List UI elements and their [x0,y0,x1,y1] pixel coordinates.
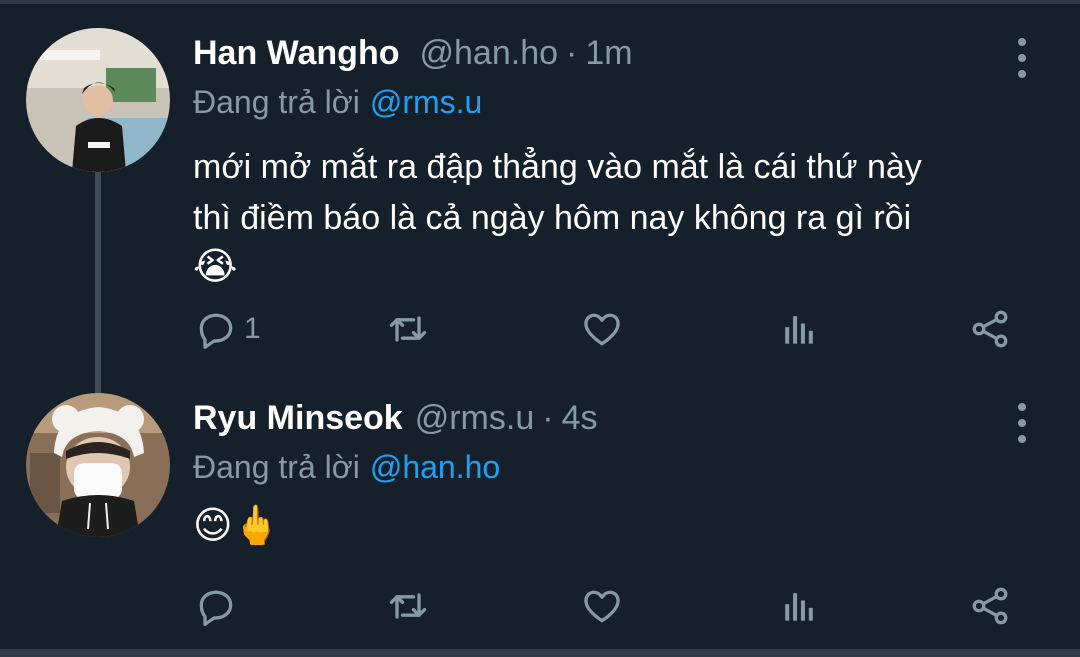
stats-icon [785,316,813,344]
reply-button[interactable] [194,581,244,631]
analytics-button[interactable] [776,304,820,354]
reply-icon [199,590,233,626]
user-handle[interactable]: @han.ho [420,34,559,73]
tweet-text-line: thì điềm báo là cả ngày hôm nay không ra… [193,199,912,237]
separator-dot: · [566,34,578,72]
stats-icon [785,593,813,621]
tweet[interactable]: Ryu Minseok @rms.u · 4s Đang trả lời @han… [0,385,1080,645]
like-button[interactable] [580,304,624,354]
share-icon [972,310,1008,348]
thread-line [95,172,101,412]
user-handle[interactable]: @rms.u [415,399,535,438]
heart-icon [584,590,620,623]
tweet-emoji: 😭 [193,246,238,288]
replying-to: Đang trả lời @rms.u [193,84,482,121]
reply-icon [199,313,233,349]
tweet-text-line: mới mở mắt ra đập thẳng vào mắt là cái t… [193,148,922,186]
display-name[interactable]: Ryu Minseok [193,399,403,438]
separator-dot: · [542,399,554,437]
replying-prefix: Đang trả lời [193,84,360,120]
heart-icon [584,313,620,346]
tweet-header: Han Wangho @han.ho · 1m [193,34,633,78]
tweet-actions: 1 [190,304,1020,354]
mention-link[interactable]: @rms.u [370,84,482,120]
share-icon [972,587,1008,625]
mention-link[interactable]: @han.ho [370,449,500,485]
retweet-icon [389,593,427,619]
avatar[interactable] [26,28,170,172]
analytics-button[interactable] [776,581,820,631]
retweet-button[interactable] [386,304,430,354]
tweet-header: Ryu Minseok @rms.u · 4s [193,399,597,443]
share-button[interactable] [968,304,1012,354]
tweet-emoji: 😊🖕 [193,505,280,547]
tweet-text: mới mở mắt ra đập thẳng vào mắt là cái t… [193,142,1033,290]
tweet-actions [190,581,1020,631]
retweet-icon [389,316,427,342]
replying-to: Đang trả lời @han.ho [193,449,500,486]
timestamp[interactable]: 4s [562,399,598,438]
replying-prefix: Đang trả lời [193,449,360,485]
more-icon[interactable] [1012,403,1032,443]
display-name[interactable]: Han Wangho [193,34,400,73]
avatar[interactable] [26,393,170,537]
reply-count: 1 [244,312,261,345]
like-button[interactable] [580,581,624,631]
reply-button[interactable]: 1 [194,304,261,354]
top-divider [0,0,1080,4]
share-button[interactable] [968,581,1012,631]
more-icon[interactable] [1012,38,1032,78]
tweet-text: 😊🖕 [193,503,1033,549]
retweet-button[interactable] [386,581,430,631]
tweet[interactable]: Han Wangho @han.ho · 1m Đang trả lời @rms… [0,20,1080,412]
bottom-divider [0,649,1080,657]
timestamp[interactable]: 1m [585,34,632,73]
